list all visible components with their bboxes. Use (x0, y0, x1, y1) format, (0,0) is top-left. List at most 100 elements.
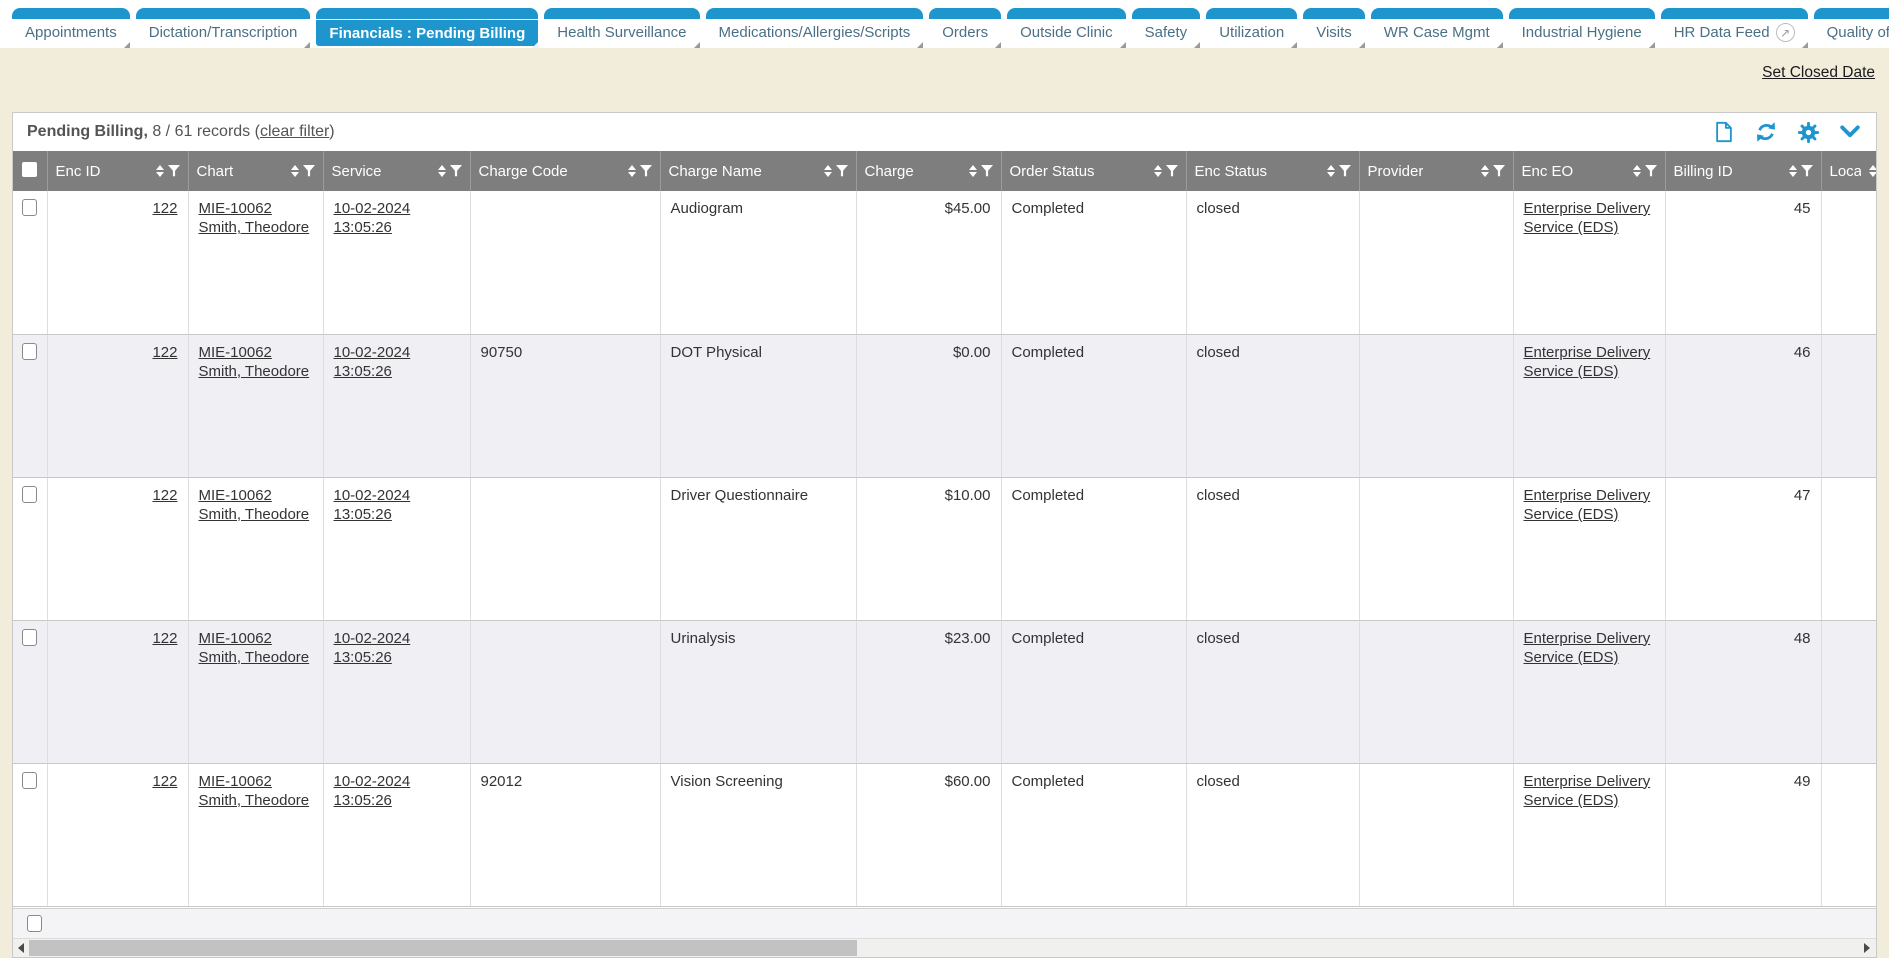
filter-funnel-icon[interactable] (1645, 165, 1657, 177)
tab-industrial-hygiene[interactable]: Industrial Hygiene (1509, 8, 1655, 46)
tab-health-surveillance[interactable]: Health Surveillance (544, 8, 699, 46)
filter-funnel-icon[interactable] (1166, 165, 1178, 177)
row-checkbox[interactable] (22, 486, 37, 503)
column-header-charge_code[interactable]: Charge Code (470, 151, 660, 191)
filter-funnel-icon[interactable] (1339, 165, 1351, 177)
sort-icon[interactable] (824, 165, 832, 177)
cell-link-service_date[interactable]: 10-02-2024 (334, 773, 411, 790)
filter-funnel-icon[interactable] (303, 165, 315, 177)
filter-funnel-icon[interactable] (1801, 165, 1813, 177)
tab-quality-of-care[interactable]: Quality of Care (1814, 8, 1889, 46)
cell-link-service_time[interactable]: 13:05:26 (334, 363, 392, 380)
cell-link-service_date[interactable]: 10-02-2024 (334, 487, 411, 504)
cell-link-service_date[interactable]: 10-02-2024 (334, 200, 411, 217)
cell-link-service_date[interactable]: 10-02-2024 (334, 344, 411, 361)
filter-funnel-icon[interactable] (981, 165, 993, 177)
row-checkbox[interactable] (22, 343, 37, 360)
cell-link-enc_id[interactable]: 122 (152, 200, 177, 217)
cell-link-chart_name[interactable]: Smith, Theodore (199, 792, 310, 809)
scrollbar-thumb[interactable] (29, 940, 857, 956)
sort-icon[interactable] (1327, 165, 1335, 177)
cell-link-enc_eo[interactable]: Enterprise Delivery Service (EDS) (1524, 344, 1651, 380)
cell-link-service_time[interactable]: 13:05:26 (334, 219, 392, 236)
filter-funnel-icon[interactable] (640, 165, 652, 177)
cell-link-service_time[interactable]: 13:05:26 (334, 506, 392, 523)
column-header-provider[interactable]: Provider (1359, 151, 1513, 191)
clear-filter-link[interactable]: clear filter (260, 123, 329, 140)
column-header-billing_id[interactable]: Billing ID (1665, 151, 1821, 191)
filter-funnel-icon[interactable] (836, 165, 848, 177)
cell-link-chart_id[interactable]: MIE-10062 (199, 773, 272, 790)
cell-link-service_time[interactable]: 13:05:26 (334, 792, 392, 809)
tab-visits[interactable]: Visits (1303, 8, 1365, 46)
refresh-icon[interactable] (1754, 120, 1778, 144)
tab-wr-case-mgmt[interactable]: WR Case Mgmt (1371, 8, 1503, 46)
column-header-chart[interactable]: Chart (188, 151, 323, 191)
row-checkbox[interactable] (22, 199, 37, 216)
cell-link-enc_id[interactable]: 122 (152, 487, 177, 504)
cell-link-chart_name[interactable]: Smith, Theodore (199, 363, 310, 380)
cell-link-chart_id[interactable]: MIE-10062 (199, 344, 272, 361)
column-header-charge[interactable]: Charge (856, 151, 1001, 191)
sort-icon[interactable] (1789, 165, 1797, 177)
column-header-location[interactable]: Location (1821, 151, 1876, 191)
cell-link-enc_eo[interactable]: Enterprise Delivery Service (EDS) (1524, 773, 1651, 809)
cell-link-chart_id[interactable]: MIE-10062 (199, 630, 272, 647)
sort-icon[interactable] (1633, 165, 1641, 177)
tab-outside-clinic[interactable]: Outside Clinic (1007, 8, 1126, 46)
filter-funnel-icon[interactable] (450, 165, 462, 177)
column-header-enc_eo[interactable]: Enc EO (1513, 151, 1665, 191)
cell-link-chart_name[interactable]: Smith, Theodore (199, 506, 310, 523)
column-header-order_status[interactable]: Order Status (1001, 151, 1186, 191)
tab-medications-allergies-scripts[interactable]: Medications/Allergies/Scripts (706, 8, 924, 46)
column-header-enc_id[interactable]: Enc ID (47, 151, 188, 191)
collapse-chevron-icon[interactable] (1838, 120, 1862, 144)
cell-charge_name: Vision Screening (660, 763, 856, 906)
settings-gear-icon[interactable] (1796, 120, 1820, 144)
cell-link-enc_eo[interactable]: Enterprise Delivery Service (EDS) (1524, 630, 1651, 666)
set-closed-date-link[interactable]: Set Closed Date (1762, 64, 1875, 82)
tab-financials-pending-billing[interactable]: Financials : Pending Billing (316, 8, 538, 46)
tab-dictation-transcription[interactable]: Dictation/Transcription (136, 8, 311, 46)
tab-orders[interactable]: Orders (929, 8, 1001, 46)
cell-link-chart_id[interactable]: MIE-10062 (199, 200, 272, 217)
sort-icon[interactable] (969, 165, 977, 177)
cell-link-enc_id[interactable]: 122 (152, 773, 177, 790)
filter-funnel-icon[interactable] (168, 165, 180, 177)
cell-link-enc_eo[interactable]: Enterprise Delivery Service (EDS) (1524, 487, 1651, 523)
sort-icon[interactable] (1869, 165, 1877, 177)
sort-icon[interactable] (291, 165, 299, 177)
footer-checkbox[interactable] (27, 915, 42, 932)
cell-link-enc_id[interactable]: 122 (152, 344, 177, 361)
cell-service: 10-02-2024 13:05:26 (323, 763, 470, 906)
tab-hr-data-feed[interactable]: HR Data Feed↗ (1661, 8, 1808, 46)
filter-funnel-icon[interactable] (1493, 165, 1505, 177)
scroll-left-arrow-icon[interactable] (18, 943, 24, 953)
select-all-checkbox[interactable] (22, 162, 37, 177)
tab-safety[interactable]: Safety (1132, 8, 1201, 46)
column-header-enc_status[interactable]: Enc Status (1186, 151, 1359, 191)
row-checkbox[interactable] (22, 629, 37, 646)
sort-icon[interactable] (1154, 165, 1162, 177)
column-header-service[interactable]: Service (323, 151, 470, 191)
tab-appointments[interactable]: Appointments (12, 8, 130, 46)
sort-icon[interactable] (1481, 165, 1489, 177)
cell-link-chart_name[interactable]: Smith, Theodore (199, 649, 310, 666)
tab-utilization[interactable]: Utilization (1206, 8, 1297, 46)
cell-link-enc_id[interactable]: 122 (152, 630, 177, 647)
scroll-right-arrow-icon[interactable] (1864, 943, 1870, 953)
column-header-charge_name[interactable]: Charge Name (660, 151, 856, 191)
sort-icon[interactable] (156, 165, 164, 177)
cell-link-service_time[interactable]: 13:05:26 (334, 649, 392, 666)
cell-link-chart_id[interactable]: MIE-10062 (199, 487, 272, 504)
cell-select (13, 620, 47, 763)
sort-icon[interactable] (628, 165, 636, 177)
sort-icon[interactable] (438, 165, 446, 177)
cell-link-chart_name[interactable]: Smith, Theodore (199, 219, 310, 236)
new-document-icon[interactable] (1712, 120, 1736, 144)
horizontal-scrollbar[interactable] (13, 938, 1876, 957)
cell-link-service_date[interactable]: 10-02-2024 (334, 630, 411, 647)
cell-link-enc_eo[interactable]: Enterprise Delivery Service (EDS) (1524, 200, 1651, 236)
table-header-row: Enc IDChartServiceCharge CodeCharge Name… (13, 151, 1876, 191)
row-checkbox[interactable] (22, 772, 37, 789)
